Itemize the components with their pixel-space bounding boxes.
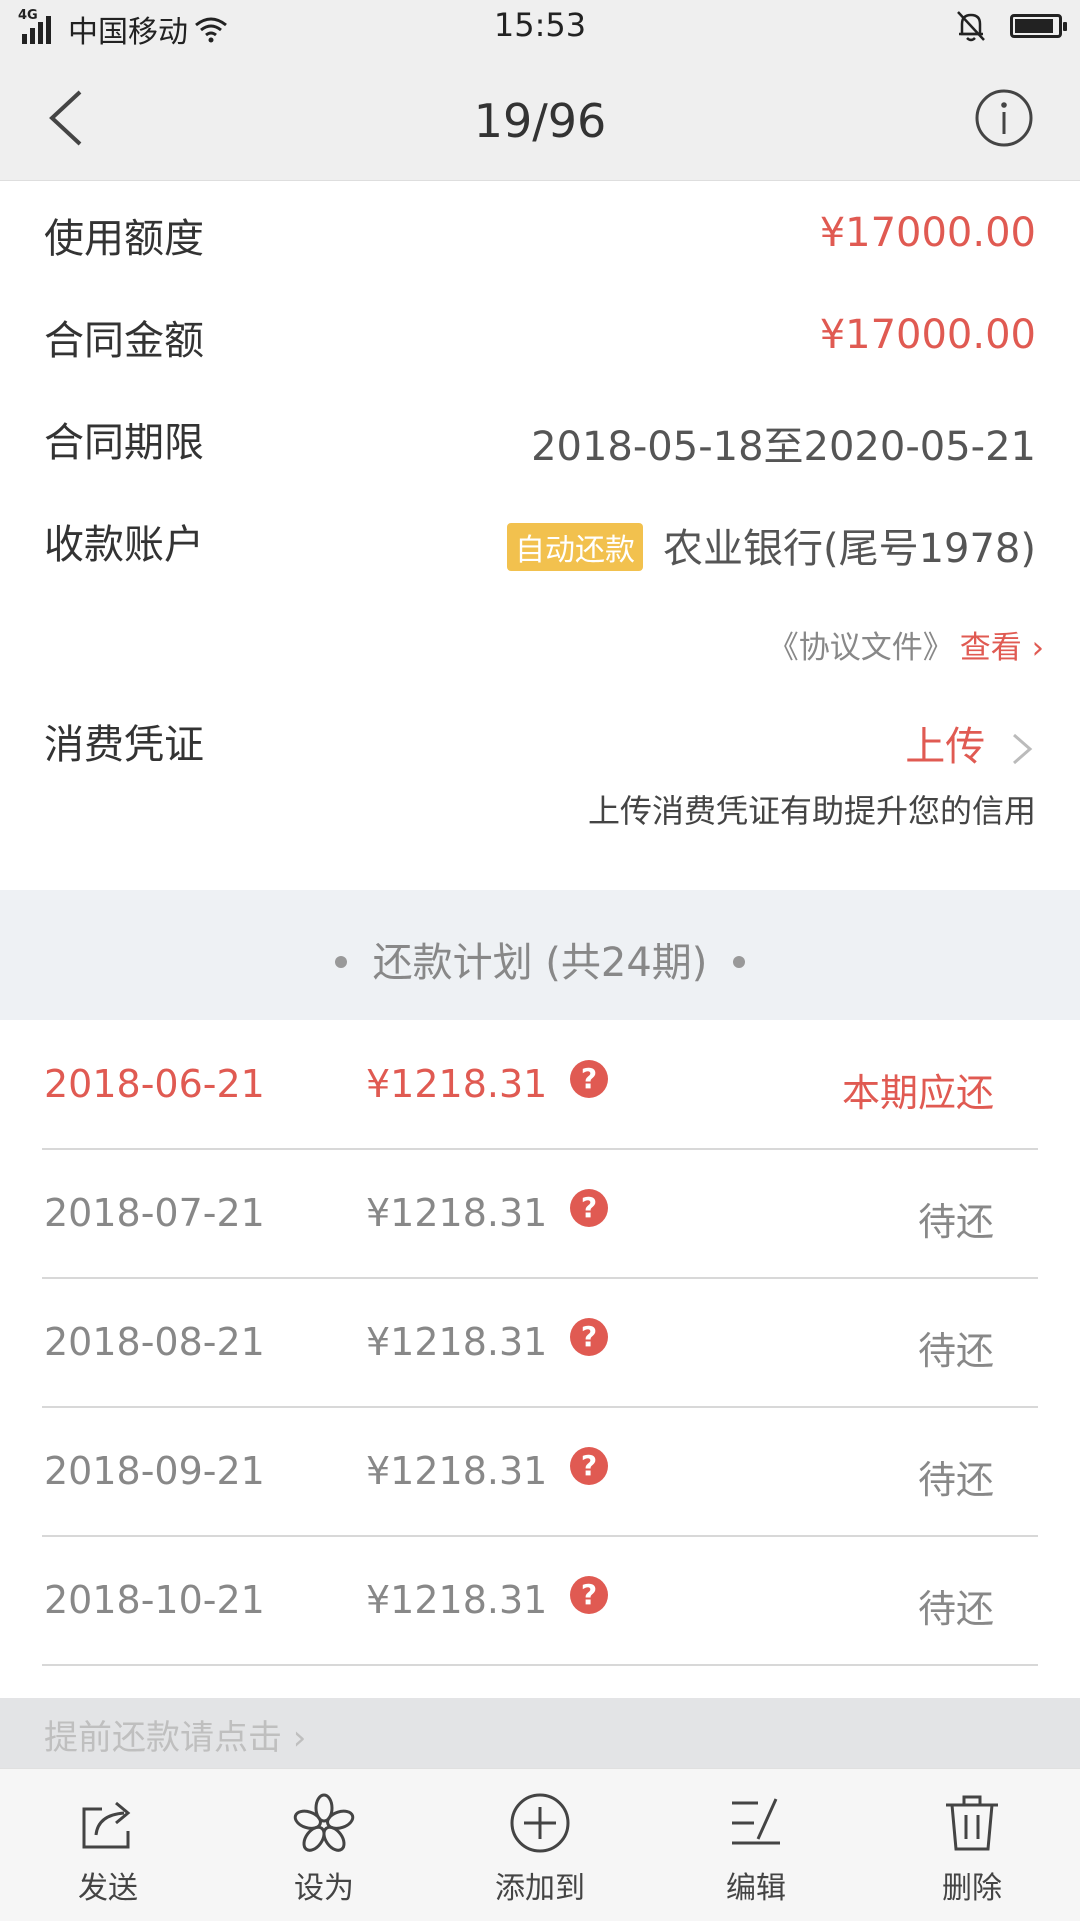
battery-icon — [1010, 14, 1067, 38]
status-bar: 4G 中国移动 15:53 — [0, 0, 1080, 58]
credit-row: 使用额度 ¥17000.00 — [44, 206, 1036, 266]
account-label: 收款账户 — [44, 522, 204, 568]
agreement-text: 《协议文件》 — [767, 630, 954, 666]
mute-bell-icon — [957, 11, 985, 42]
edit-label: 编辑 — [726, 1871, 786, 1906]
plus-circle-icon — [510, 1793, 570, 1853]
credit-value: ¥17000.00 — [819, 210, 1036, 256]
send-button[interactable]: 发送 — [28, 1791, 188, 1911]
plan-title-wrap: 还款计划 (共24期) — [0, 930, 1080, 988]
contract-term-row: 合同期限 2018-05-18至2020-05-21 — [44, 410, 1036, 470]
auto-repay-badge: 自动还款 — [506, 523, 643, 571]
set-as-button[interactable]: 设为 — [244, 1791, 404, 1911]
prepay-label: 提前还款请点击 › — [44, 1718, 307, 1758]
installment-row[interactable]: 2018-10-21 ¥1218.31 ? 待还 — [42, 1538, 1038, 1666]
trash-icon — [946, 1795, 998, 1851]
installment-date: 2018-09-21 — [44, 1449, 265, 1493]
installment-date: 2018-08-21 — [44, 1320, 265, 1364]
installment-date: 2018-06-21 — [44, 1062, 265, 1106]
add-to-label: 添加到 — [495, 1871, 585, 1906]
account-value: 农业银行(尾号1978) — [662, 526, 1036, 572]
help-icon[interactable]: ? — [570, 1060, 608, 1098]
installment-status: 待还 — [917, 1329, 994, 1373]
installment-amount: ¥1218.31 — [366, 1320, 548, 1364]
voucher-row: 消费凭证 上传 — [44, 712, 1036, 776]
delete-button[interactable]: 删除 — [892, 1791, 1052, 1911]
repayment-plan-header: 还款计划 (共24期) — [0, 890, 1080, 1020]
agreement-line: 《协议文件》 查看 › — [768, 622, 1044, 667]
clock: 15:53 — [493, 6, 587, 44]
status-right — [956, 10, 1067, 42]
installment-status: 待还 — [917, 1587, 994, 1631]
delete-label: 删除 — [942, 1871, 1002, 1906]
installment-status: 待还 — [917, 1458, 994, 1502]
contract-amount-label: 合同金额 — [44, 318, 204, 364]
installment-status: 本期应还 — [841, 1071, 994, 1115]
installment-row[interactable]: 2018-09-21 ¥1218.31 ? 待还 — [42, 1409, 1038, 1537]
account-row: 收款账户 自动还款 农业银行(尾号1978) — [44, 512, 1036, 576]
contract-amount-row: 合同金额 ¥17000.00 — [44, 308, 1036, 368]
top-bar: 19/96 — [0, 58, 1080, 181]
installment-amount: ¥1218.31 — [366, 1191, 548, 1235]
set-as-label: 设为 — [294, 1871, 354, 1906]
send-label: 发送 — [78, 1871, 138, 1906]
help-icon[interactable]: ? — [570, 1576, 608, 1614]
help-icon[interactable]: ? — [570, 1189, 608, 1227]
bullet-dot — [733, 956, 746, 968]
voucher-label: 消费凭证 — [44, 722, 204, 768]
help-icon[interactable]: ? — [570, 1447, 608, 1485]
prepay-bar[interactable]: 提前还款请点击 › — [0, 1698, 1080, 1768]
share-icon — [82, 1801, 131, 1849]
agreement-view-link[interactable]: 查看 › — [960, 630, 1044, 666]
installment-amount: ¥1218.31 — [366, 1578, 548, 1622]
chevron-right-icon — [1013, 733, 1033, 765]
installment-date: 2018-10-21 — [44, 1578, 265, 1622]
installment-amount: ¥1218.31 — [366, 1449, 548, 1493]
contract-term-value: 2018-05-18至2020-05-21 — [531, 424, 1036, 470]
upload-label: 上传 — [905, 724, 986, 770]
upload-hint: 上传消费凭证有助提升您的信用 — [587, 792, 1036, 830]
info-icon[interactable] — [974, 88, 1034, 148]
bullet-dot — [334, 956, 347, 968]
installment-row[interactable]: 2018-07-21 ¥1218.31 ? 待还 — [42, 1151, 1038, 1279]
credit-label: 使用额度 — [44, 216, 204, 262]
plan-title: 还款计划 (共24期) — [372, 940, 708, 986]
installment-row[interactable]: 2018-08-21 ¥1218.31 ? 待还 — [42, 1280, 1038, 1408]
installment-date: 2018-07-21 — [44, 1191, 265, 1235]
edit-button[interactable]: 编辑 — [676, 1791, 836, 1911]
bottom-toolbar: 发送 设为 添加到 编辑 删除 — [0, 1768, 1080, 1921]
help-icon[interactable]: ? — [570, 1318, 608, 1356]
account-value-wrap: 自动还款 农业银行(尾号1978) — [506, 516, 1036, 575]
contract-term-label: 合同期限 — [44, 420, 204, 466]
add-to-button[interactable]: 添加到 — [460, 1791, 620, 1911]
upload-button[interactable]: 上传 — [905, 714, 1036, 772]
flower-icon — [293, 1793, 355, 1852]
contract-amount-value: ¥17000.00 — [819, 312, 1036, 358]
installment-amount: ¥1218.31 — [366, 1062, 548, 1106]
page-title: 19/96 — [473, 94, 607, 148]
edit-icon — [732, 1798, 780, 1845]
installment-status: 待还 — [917, 1200, 994, 1244]
installment-row[interactable]: 2018-06-21 ¥1218.31 ? 本期应还 — [42, 1022, 1038, 1150]
